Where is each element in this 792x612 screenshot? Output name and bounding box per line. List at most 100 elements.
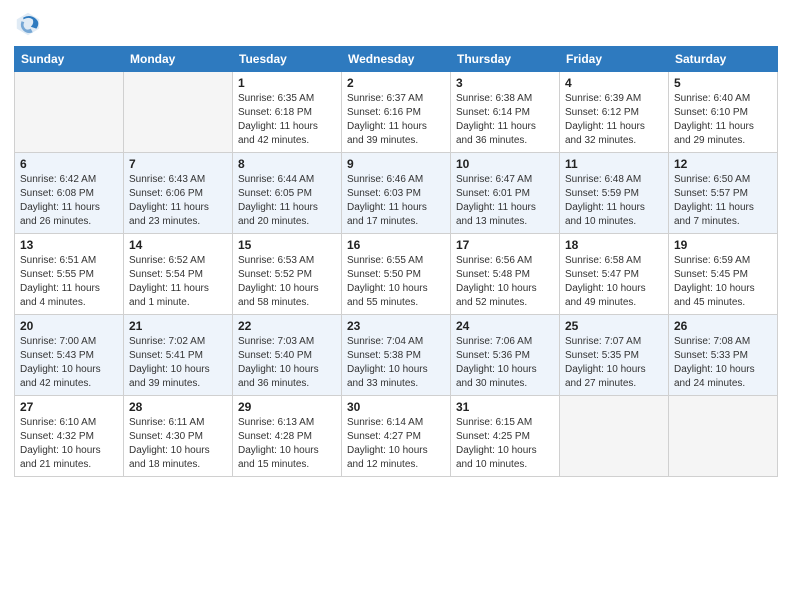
calendar-day [560, 396, 669, 477]
header [14, 10, 778, 38]
calendar-header-tuesday: Tuesday [233, 47, 342, 72]
calendar-day: 25 Sunrise: 7:07 AMSunset: 5:35 PMDayligh… [560, 315, 669, 396]
day-number: 7 [129, 157, 227, 171]
day-number: 14 [129, 238, 227, 252]
day-info: Sunrise: 6:11 AMSunset: 4:30 PMDaylight:… [129, 416, 227, 472]
day-info: Sunrise: 6:37 AMSunset: 6:16 PMDaylight:… [347, 92, 445, 148]
day-info: Sunrise: 6:13 AMSunset: 4:28 PMDaylight:… [238, 416, 336, 472]
calendar-day: 2Sunrise: 6:37 AMSunset: 6:16 PMDaylight… [342, 72, 451, 153]
day-info: Sunrise: 7:00 AMSunset: 5:43 PMDaylight:… [20, 335, 118, 391]
day-info: Sunrise: 6:52 AMSunset: 5:54 PMDaylight:… [129, 254, 227, 310]
day-number: 16 [347, 238, 445, 252]
day-info: Sunrise: 6:46 AMSunset: 6:03 PMDaylight:… [347, 173, 445, 229]
day-info: Sunrise: 6:38 AMSunset: 6:14 PMDaylight:… [456, 92, 554, 148]
calendar-week-5: 27 Sunrise: 6:10 AMSunset: 4:32 PMDayligh… [15, 396, 778, 477]
day-info: Sunrise: 6:44 AMSunset: 6:05 PMDaylight:… [238, 173, 336, 229]
day-number: 21 [129, 319, 227, 333]
day-number: 31 [456, 400, 554, 414]
calendar-day: 24Sunrise: 7:06 AMSunset: 5:36 PMDayligh… [451, 315, 560, 396]
day-info: Sunrise: 6:53 AMSunset: 5:52 PMDaylight:… [238, 254, 336, 310]
day-number: 9 [347, 157, 445, 171]
calendar-day: 19 Sunrise: 6:59 AMSunset: 5:45 PMDayligh… [669, 234, 778, 315]
day-info: Sunrise: 6:48 AMSunset: 5:59 PMDaylight:… [565, 173, 663, 229]
calendar-day: 17 Sunrise: 6:56 AMSunset: 5:48 PMDayligh… [451, 234, 560, 315]
logo-icon [14, 10, 42, 38]
day-number: 19 [674, 238, 772, 252]
calendar-day: 14 Sunrise: 6:52 AMSunset: 5:54 PMDayligh… [124, 234, 233, 315]
day-info: Sunrise: 7:02 AMSunset: 5:41 PMDaylight:… [129, 335, 227, 391]
day-number: 4 [565, 76, 663, 90]
day-number: 18 [565, 238, 663, 252]
day-number: 26 [674, 319, 772, 333]
calendar-day: 31 Sunrise: 6:15 AMSunset: 4:25 PMDayligh… [451, 396, 560, 477]
calendar-day: 10 Sunrise: 6:47 AMSunset: 6:01 PMDayligh… [451, 153, 560, 234]
day-info: Sunrise: 6:59 AMSunset: 5:45 PMDaylight:… [674, 254, 772, 310]
day-number: 30 [347, 400, 445, 414]
day-number: 23 [347, 319, 445, 333]
day-info: Sunrise: 7:07 AMSunset: 5:35 PMDaylight:… [565, 335, 663, 391]
day-number: 1 [238, 76, 336, 90]
calendar-header-friday: Friday [560, 47, 669, 72]
day-number: 3 [456, 76, 554, 90]
day-number: 27 [20, 400, 118, 414]
calendar-week-4: 20 Sunrise: 7:00 AMSunset: 5:43 PMDayligh… [15, 315, 778, 396]
calendar-table: SundayMondayTuesdayWednesdayThursdayFrid… [14, 46, 778, 477]
calendar-week-3: 13 Sunrise: 6:51 AMSunset: 5:55 PMDayligh… [15, 234, 778, 315]
day-info: Sunrise: 6:58 AMSunset: 5:47 PMDaylight:… [565, 254, 663, 310]
calendar-day: 22Sunrise: 7:03 AMSunset: 5:40 PMDayligh… [233, 315, 342, 396]
day-info: Sunrise: 6:56 AMSunset: 5:48 PMDaylight:… [456, 254, 554, 310]
calendar-day: 27 Sunrise: 6:10 AMSunset: 4:32 PMDayligh… [15, 396, 124, 477]
calendar-day: 29 Sunrise: 6:13 AMSunset: 4:28 PMDayligh… [233, 396, 342, 477]
calendar-day: 18 Sunrise: 6:58 AMSunset: 5:47 PMDayligh… [560, 234, 669, 315]
calendar-day: 21 Sunrise: 7:02 AMSunset: 5:41 PMDayligh… [124, 315, 233, 396]
logo [14, 10, 44, 38]
day-number: 12 [674, 157, 772, 171]
day-info: Sunrise: 6:15 AMSunset: 4:25 PMDaylight:… [456, 416, 554, 472]
calendar-day: 1Sunrise: 6:35 AMSunset: 6:18 PMDaylight… [233, 72, 342, 153]
day-info: Sunrise: 7:08 AMSunset: 5:33 PMDaylight:… [674, 335, 772, 391]
calendar-day [669, 396, 778, 477]
day-number: 28 [129, 400, 227, 414]
day-number: 8 [238, 157, 336, 171]
day-number: 5 [674, 76, 772, 90]
day-number: 22 [238, 319, 336, 333]
calendar-day: 23Sunrise: 7:04 AMSunset: 5:38 PMDayligh… [342, 315, 451, 396]
page: SundayMondayTuesdayWednesdayThursdayFrid… [0, 0, 792, 612]
calendar-day: 5 Sunrise: 6:40 AMSunset: 6:10 PMDaylight… [669, 72, 778, 153]
calendar-header-saturday: Saturday [669, 47, 778, 72]
day-info: Sunrise: 6:42 AMSunset: 6:08 PMDaylight:… [20, 173, 118, 229]
calendar-day: 13 Sunrise: 6:51 AMSunset: 5:55 PMDayligh… [15, 234, 124, 315]
calendar-day: 12 Sunrise: 6:50 AMSunset: 5:57 PMDayligh… [669, 153, 778, 234]
calendar-day: 4Sunrise: 6:39 AMSunset: 6:12 PMDaylight… [560, 72, 669, 153]
calendar-day: 7 Sunrise: 6:43 AMSunset: 6:06 PMDaylight… [124, 153, 233, 234]
day-info: Sunrise: 6:47 AMSunset: 6:01 PMDaylight:… [456, 173, 554, 229]
calendar-day: 28 Sunrise: 6:11 AMSunset: 4:30 PMDayligh… [124, 396, 233, 477]
calendar-day: 20 Sunrise: 7:00 AMSunset: 5:43 PMDayligh… [15, 315, 124, 396]
day-info: Sunrise: 6:43 AMSunset: 6:06 PMDaylight:… [129, 173, 227, 229]
calendar-header-wednesday: Wednesday [342, 47, 451, 72]
day-info: Sunrise: 6:51 AMSunset: 5:55 PMDaylight:… [20, 254, 118, 310]
day-number: 10 [456, 157, 554, 171]
calendar-day: 11Sunrise: 6:48 AMSunset: 5:59 PMDayligh… [560, 153, 669, 234]
day-number: 13 [20, 238, 118, 252]
calendar-day: 26 Sunrise: 7:08 AMSunset: 5:33 PMDayligh… [669, 315, 778, 396]
day-number: 6 [20, 157, 118, 171]
day-info: Sunrise: 6:14 AMSunset: 4:27 PMDaylight:… [347, 416, 445, 472]
calendar-header-row: SundayMondayTuesdayWednesdayThursdayFrid… [15, 47, 778, 72]
day-number: 29 [238, 400, 336, 414]
calendar-header-sunday: Sunday [15, 47, 124, 72]
calendar-day: 16Sunrise: 6:55 AMSunset: 5:50 PMDayligh… [342, 234, 451, 315]
day-info: Sunrise: 6:50 AMSunset: 5:57 PMDaylight:… [674, 173, 772, 229]
calendar-day: 3 Sunrise: 6:38 AMSunset: 6:14 PMDaylight… [451, 72, 560, 153]
calendar-week-2: 6 Sunrise: 6:42 AMSunset: 6:08 PMDaylight… [15, 153, 778, 234]
day-number: 20 [20, 319, 118, 333]
day-number: 15 [238, 238, 336, 252]
calendar-header-monday: Monday [124, 47, 233, 72]
calendar-week-1: 1Sunrise: 6:35 AMSunset: 6:18 PMDaylight… [15, 72, 778, 153]
calendar-day: 15 Sunrise: 6:53 AMSunset: 5:52 PMDayligh… [233, 234, 342, 315]
day-number: 25 [565, 319, 663, 333]
day-info: Sunrise: 6:40 AMSunset: 6:10 PMDaylight:… [674, 92, 772, 148]
calendar-day: 9 Sunrise: 6:46 AMSunset: 6:03 PMDaylight… [342, 153, 451, 234]
day-number: 17 [456, 238, 554, 252]
day-info: Sunrise: 6:10 AMSunset: 4:32 PMDaylight:… [20, 416, 118, 472]
